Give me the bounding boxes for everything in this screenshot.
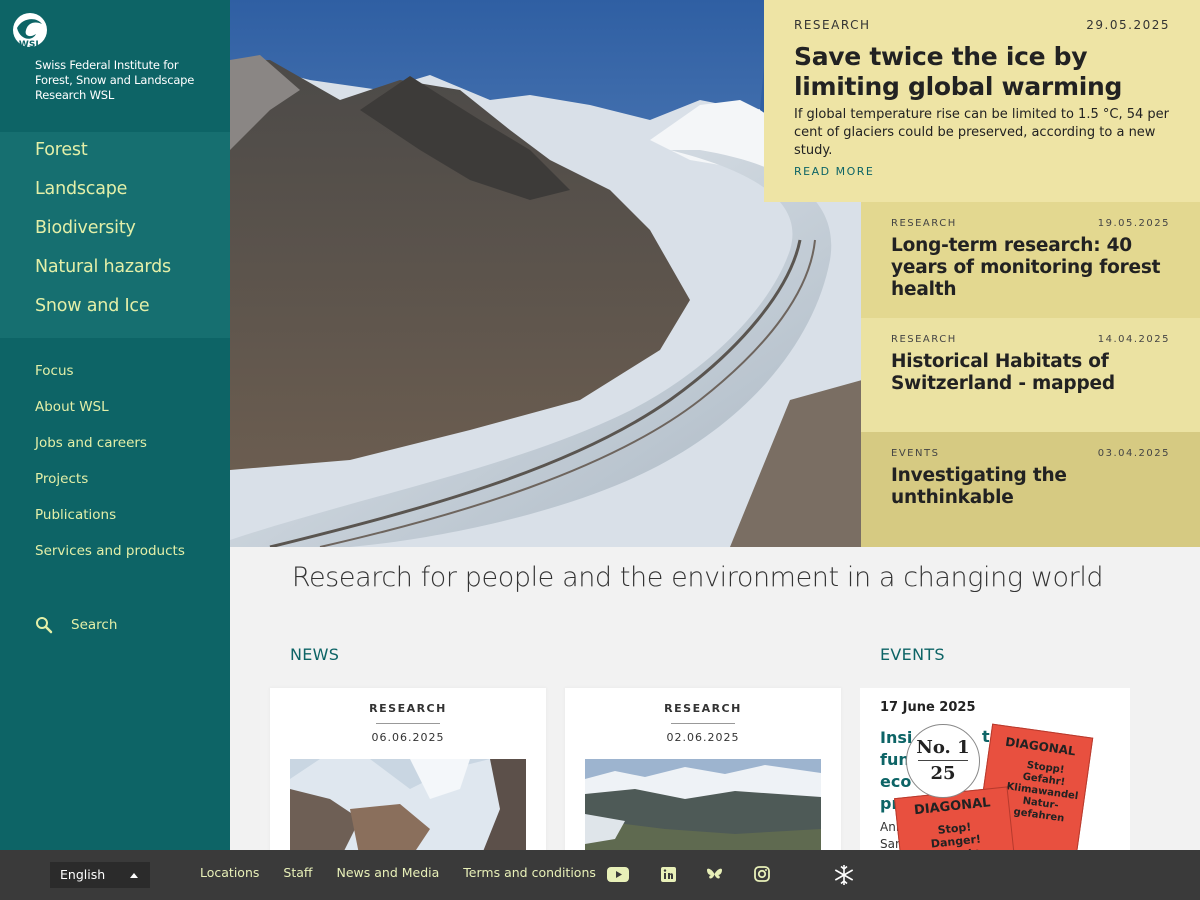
footer-link-staff[interactable]: Staff (283, 865, 312, 880)
news-card-date: 02.06.2025 (666, 731, 740, 744)
search-icon (36, 617, 53, 634)
wsl-logo[interactable]: WSL (12, 12, 48, 50)
news-item-meta: EVENTS 03.04.2025 (891, 448, 1170, 459)
news-item[interactable]: RESEARCH 14.04.2025 Historical Habitats … (861, 318, 1200, 432)
issue-number: No. 1 (916, 737, 970, 758)
news-card-date: 06.06.2025 (371, 731, 445, 744)
magazine-back-title: DIAGONAL (1004, 734, 1077, 759)
issue-divider (918, 760, 968, 761)
snowflake-icon[interactable] (832, 863, 856, 887)
issue-number-circle: No. 1 25 (906, 724, 980, 798)
read-more-link[interactable]: READ MORE (794, 165, 874, 178)
news-item[interactable]: EVENTS 03.04.2025 Investigating the unth… (861, 432, 1200, 547)
featured-text: If global temperature rise can be limite… (794, 107, 1169, 158)
search-label: Search (71, 617, 118, 633)
footer-link-news-media[interactable]: News and Media (337, 865, 440, 880)
sub-nav-about[interactable]: About WSL (0, 396, 230, 432)
main-nav: Forest Landscape Biodiversity Natural ha… (0, 132, 230, 338)
main-nav-landscape[interactable]: Landscape (0, 175, 230, 214)
news-item-meta: RESEARCH 19.05.2025 (891, 218, 1170, 229)
news-item-title[interactable]: Investigating the unthinkable (891, 465, 1170, 509)
featured-meta: RESEARCH 29.05.2025 (794, 18, 1170, 32)
sub-nav-services[interactable]: Services and products (0, 540, 230, 576)
divider (671, 723, 735, 724)
news-section-title[interactable]: NEWS (290, 645, 339, 664)
featured-title[interactable]: Save twice the ice by limiting global wa… (794, 42, 1170, 102)
logo-area: WSL Swiss Federal Institute for Forest, … (0, 0, 230, 132)
news-item-title[interactable]: Historical Habitats of Switzerland - map… (891, 351, 1170, 395)
issue-year: 25 (930, 763, 956, 784)
bluesky-icon[interactable] (706, 867, 723, 882)
events-section-title[interactable]: EVENTS (880, 645, 945, 664)
news-card[interactable]: RESEARCH 06.06.2025 (270, 688, 546, 858)
featured-article[interactable]: RESEARCH 29.05.2025 Save twice the ice b… (764, 0, 1200, 202)
main-nav-natural-hazards[interactable]: Natural hazards (0, 253, 230, 292)
sub-nav-publications[interactable]: Publications (0, 504, 230, 540)
linkedin-icon[interactable] (661, 867, 676, 882)
footer-links: Locations Staff News and Media Terms and… (200, 865, 620, 880)
sub-nav-projects[interactable]: Projects (0, 468, 230, 504)
divider (376, 723, 440, 724)
news-item-title[interactable]: Long-term research: 40 years of monitori… (891, 235, 1170, 301)
news-card[interactable]: RESEARCH 02.06.2025 (565, 688, 841, 858)
search-button[interactable]: Search (35, 616, 117, 634)
instagram-icon[interactable] (754, 866, 770, 882)
news-item-date: 14.04.2025 (1097, 334, 1170, 345)
language-current: English (60, 867, 106, 882)
language-select[interactable]: English (50, 862, 150, 888)
secondary-nav: Focus About WSL Jobs and careers Project… (0, 338, 230, 576)
caret-up-icon (130, 873, 138, 878)
magazine-front-title: DIAGONAL (913, 795, 992, 819)
main-nav-biodiversity[interactable]: Biodiversity (0, 214, 230, 253)
event-date: 17 June 2025 (880, 700, 976, 715)
news-item-category: RESEARCH (891, 334, 957, 345)
news-card-image[interactable] (585, 759, 821, 858)
news-item-category: RESEARCH (891, 218, 957, 229)
tagline: Research for people and the environment … (291, 562, 1104, 593)
sub-nav-focus[interactable]: Focus (0, 360, 230, 396)
news-card-category: RESEARCH (664, 702, 742, 715)
news-item-category: EVENTS (891, 448, 940, 459)
news-item[interactable]: RESEARCH 19.05.2025 Long-term research: … (861, 202, 1200, 318)
news-item-date: 19.05.2025 (1097, 218, 1170, 229)
sub-nav-jobs[interactable]: Jobs and careers (0, 432, 230, 468)
featured-category: RESEARCH (794, 18, 871, 32)
featured-date: 29.05.2025 (1086, 18, 1170, 32)
news-card-image[interactable] (290, 759, 526, 858)
sidebar: WSL Swiss Federal Institute for Forest, … (0, 0, 230, 850)
logo-text: WSL (19, 40, 41, 50)
main-nav-snow-and-ice[interactable]: Snow and Ice (0, 292, 230, 331)
footer: English Locations Staff News and Media T… (0, 850, 1200, 900)
news-card-category: RESEARCH (369, 702, 447, 715)
news-item-date: 03.04.2025 (1097, 448, 1170, 459)
news-item-meta: RESEARCH 14.04.2025 (891, 334, 1170, 345)
org-name: Swiss Federal Institute for Forest, Snow… (35, 58, 195, 102)
footer-link-locations[interactable]: Locations (200, 865, 259, 880)
main-nav-forest[interactable]: Forest (0, 136, 230, 175)
footer-link-terms[interactable]: Terms and conditions (463, 865, 596, 880)
youtube-icon[interactable] (607, 866, 629, 883)
